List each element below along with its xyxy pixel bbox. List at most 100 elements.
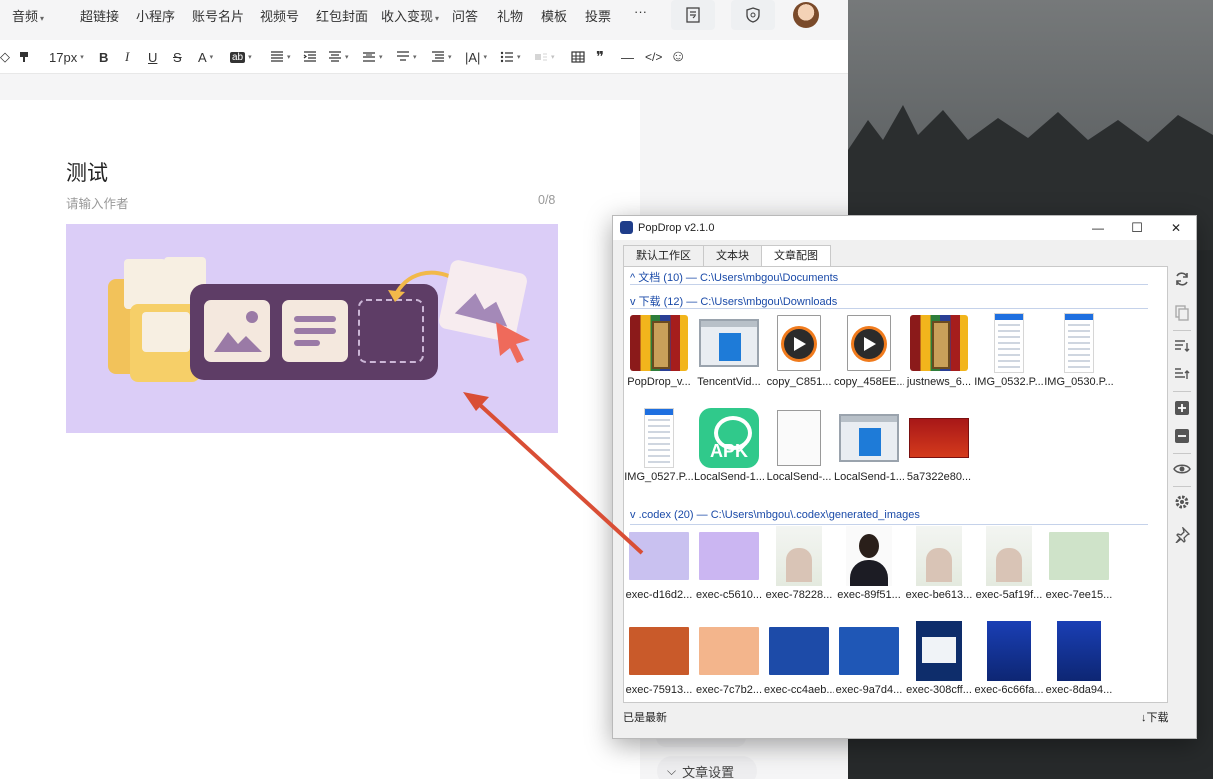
zoom-out-icon[interactable] <box>1171 425 1193 447</box>
sort-asc-icon[interactable] <box>1171 363 1193 385</box>
float-icon[interactable]: ▾ <box>534 48 555 66</box>
nav-monetize[interactable]: 收入变现 <box>381 6 439 25</box>
sort-desc-icon[interactable] <box>1171 335 1193 357</box>
format-toolbar: ◇ 17px ▾ B I U S A ▾ ab ▾ ▾ ▾ ▾ ▾ ▾ |A| ▾ ▾ <box>0 40 848 74</box>
nav-audio[interactable]: 音频 <box>12 6 44 25</box>
group-documents[interactable]: ^ 文档 (10) — C:\Users\mbgou\Documents <box>630 269 1148 285</box>
pin-icon[interactable] <box>1171 524 1193 546</box>
nav-template[interactable]: 模板 <box>541 6 567 25</box>
tab-text-blocks[interactable]: 文本块 <box>703 245 762 266</box>
file-item[interactable]: exec-78228... <box>764 525 834 611</box>
nav-vote[interactable]: 投票 <box>585 6 611 25</box>
shield-icon[interactable] <box>731 0 775 30</box>
cover-image[interactable] <box>66 224 558 433</box>
zoom-in-icon[interactable] <box>1171 397 1193 419</box>
maximize-button[interactable]: ☐ <box>1117 216 1157 240</box>
file-item[interactable]: exec-5af19f... <box>974 525 1044 611</box>
title-bar[interactable]: PopDrop v2.1.0 — ☐ ✕ <box>613 216 1196 240</box>
download-button[interactable]: ↓下载 <box>1141 709 1169 725</box>
article-settings-button[interactable]: ⌵ 文章设置 <box>657 756 757 779</box>
file-item[interactable]: exec-be613... <box>904 525 974 611</box>
nav-hyperlink[interactable]: 超链接 <box>80 6 119 25</box>
draft-icon[interactable] <box>671 0 715 30</box>
italic-button[interactable]: I <box>125 48 129 66</box>
strikethrough-button[interactable]: S <box>173 48 182 66</box>
tab-default-workspace[interactable]: 默认工作区 <box>623 245 704 266</box>
file-name: exec-308cff... <box>906 684 972 696</box>
group-name: .codex (20) <box>638 509 694 521</box>
more-icon[interactable]: ··· <box>634 4 647 19</box>
avatar[interactable] <box>793 2 819 28</box>
minimize-button[interactable]: — <box>1078 216 1118 240</box>
line-height-icon[interactable]: ▾ <box>362 48 383 66</box>
file-item[interactable]: exec-75913... <box>624 620 694 702</box>
code-icon[interactable]: </> <box>645 48 662 66</box>
file-item[interactable]: exec-cc4aeb... <box>764 620 834 702</box>
group-codex[interactable]: v .codex (20) — C:\Users\mbgou\.codex\ge… <box>630 509 1148 525</box>
file-name: exec-c5610... <box>695 589 763 601</box>
space-after-icon[interactable]: ▾ <box>431 48 452 66</box>
paragraph-spacing-icon[interactable]: ▾ <box>328 48 349 66</box>
nav-red-packet-cover[interactable]: 红包封面 <box>316 6 368 25</box>
gear-icon[interactable] <box>1171 491 1193 513</box>
file-item[interactable]: exec-89f51... <box>834 525 904 611</box>
nav-account-card[interactable]: 账号名片 <box>192 6 244 25</box>
refresh-icon[interactable] <box>1171 268 1193 290</box>
file-item[interactable]: TencentVid... <box>694 312 764 398</box>
article-title[interactable]: 测试 <box>66 157 108 187</box>
letter-spacing-button[interactable]: |A| ▾ <box>465 48 487 66</box>
eye-icon[interactable] <box>1171 458 1193 480</box>
quote-icon[interactable]: ❞ <box>596 48 604 66</box>
screenshot-rows <box>1068 324 1090 368</box>
file-item[interactable]: 5a7322e80... <box>904 407 974 493</box>
author-input[interactable]: 请输入作者 <box>66 193 129 212</box>
clear-format-icon[interactable]: ◇ <box>0 48 10 66</box>
screenshot-thumbnail <box>1064 313 1094 373</box>
copy-icon[interactable] <box>1171 302 1193 324</box>
align-icon[interactable]: ▾ <box>270 48 291 66</box>
file-item[interactable]: copy_C851... <box>764 312 834 398</box>
image-thumbnail <box>1057 621 1101 681</box>
format-painter-icon[interactable] <box>18 48 30 66</box>
file-item[interactable]: LocalSend-... <box>764 407 834 493</box>
space-before-icon[interactable]: ▾ <box>396 48 417 66</box>
font-color-button[interactable]: A ▾ <box>198 48 213 66</box>
divider-icon[interactable]: — <box>621 48 634 66</box>
tab-article-images[interactable]: 文章配图 <box>761 245 831 267</box>
file-item[interactable]: exec-8da94... <box>1044 620 1114 702</box>
image-thumbnail <box>1049 532 1109 580</box>
group-downloads[interactable]: v 下载 (12) — C:\Users\mbgou\Downloads <box>630 293 1148 309</box>
indent-icon[interactable] <box>303 48 317 66</box>
emoji-icon[interactable]: ☺ <box>670 48 686 66</box>
screenshot-thumbnail <box>994 313 1024 373</box>
file-item[interactable]: LocalSend-1... <box>834 407 904 493</box>
bg-color-button[interactable]: ab ▾ <box>230 48 252 66</box>
nav-gift[interactable]: 礼物 <box>497 6 523 25</box>
file-item[interactable]: copy_458EE... <box>834 312 904 398</box>
table-icon[interactable] <box>571 48 585 66</box>
underline-button[interactable]: U <box>148 48 157 66</box>
group-separator: — <box>685 272 697 284</box>
bold-button[interactable]: B <box>99 48 108 66</box>
font-size-select[interactable]: 17px ▾ <box>49 48 84 66</box>
article-settings-label: 文章设置 <box>682 764 735 779</box>
file-item[interactable]: IMG_0530.P... <box>1044 312 1114 398</box>
file-item[interactable]: exec-9a7d4... <box>834 620 904 702</box>
file-item[interactable]: justnews_6... <box>904 312 974 398</box>
file-item[interactable]: exec-d16d2... <box>624 525 694 611</box>
nav-mini-program[interactable]: 小程序 <box>136 6 175 25</box>
file-item[interactable]: IMG_0532.P... <box>974 312 1044 398</box>
file-item[interactable]: PopDrop_v... <box>624 312 694 398</box>
file-item[interactable]: APK LocalSend-1... <box>694 407 764 493</box>
nav-qa[interactable]: 问答 <box>452 6 478 25</box>
list-icon[interactable]: ▾ <box>500 48 521 66</box>
group-path: C:\Users\mbgou\Documents <box>699 272 839 284</box>
file-item[interactable]: exec-308cff... <box>904 620 974 702</box>
file-item[interactable]: exec-6c66fa... <box>974 620 1044 702</box>
close-button[interactable]: ✕ <box>1156 216 1196 240</box>
file-item[interactable]: exec-c5610... <box>694 525 764 611</box>
nav-channels[interactable]: 视频号 <box>260 6 299 25</box>
file-item[interactable]: exec-7c7b2... <box>694 620 764 702</box>
file-item[interactable]: IMG_0527.P... <box>624 407 694 493</box>
file-item[interactable]: exec-7ee15... <box>1044 525 1114 611</box>
